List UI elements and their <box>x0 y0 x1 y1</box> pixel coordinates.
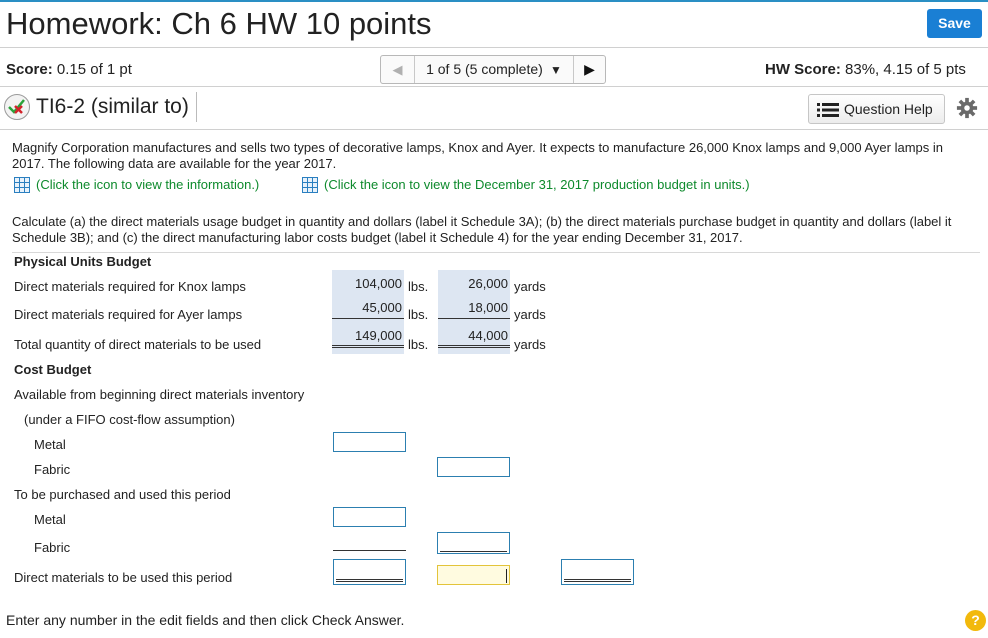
beginning-fabric-input[interactable] <box>437 457 510 477</box>
metal-unit: lbs. <box>408 337 429 352</box>
score-value: 0.15 of 1 pt <box>56 61 132 78</box>
production-budget-link-text: (Click the icon to view the December 31,… <box>324 177 750 192</box>
total-double-underline <box>332 345 404 348</box>
total-double-underline <box>336 579 403 582</box>
question-name: TI6-2 (similar to) <box>36 95 189 118</box>
cost-row-label: To be purchased and used this period <box>14 487 231 502</box>
page-title: Homework: Ch 6 HW 10 points <box>6 6 432 41</box>
metal-unit: lbs. <box>408 279 429 294</box>
caret-down-icon: ▼ <box>546 63 562 77</box>
row-label: Direct materials required for Ayer lamps <box>14 307 243 322</box>
beginning-metal-input[interactable] <box>333 432 406 452</box>
subtotal-underline <box>438 318 510 319</box>
cost-row-label: Fabric <box>34 540 71 555</box>
fabric-total: 44,000 <box>468 328 508 343</box>
question-help-button[interactable]: Question Help <box>808 94 945 124</box>
subtotal-underline <box>333 550 406 551</box>
metal-value: 45,000 <box>362 300 402 315</box>
metal-total: 149,000 <box>355 328 402 343</box>
prev-question-button[interactable]: ◀ <box>381 56 415 83</box>
cost-row-label: Fabric <box>34 462 71 477</box>
question-navigator: ◀ 1 of 5 (5 complete) ▼ ▶ <box>380 55 606 84</box>
purchased-fabric-input[interactable] <box>437 532 510 554</box>
question-position: 1 of 5 (5 complete) <box>426 61 543 77</box>
partial-credit-icon <box>4 94 30 120</box>
hw-score-value: 83%, 4.15 of 5 pts <box>845 61 966 78</box>
table-icon <box>14 177 30 193</box>
cost-row-label: Metal <box>34 512 66 527</box>
score-label: Score: <box>6 61 53 78</box>
fabric-unit: yards <box>514 307 546 322</box>
task-text: Calculate (a) the direct materials usage… <box>12 214 952 245</box>
cost-row-label: Direct materials to be used this period <box>14 570 233 585</box>
fabric-total-input-active[interactable] <box>437 565 510 585</box>
subtotal-underline <box>440 551 507 552</box>
fabric-value: 26,000 <box>468 276 508 291</box>
subtotal-underline <box>332 318 404 319</box>
top-accent-line <box>0 0 988 2</box>
save-button[interactable]: Save <box>927 9 982 38</box>
table-top-border <box>12 252 980 253</box>
score-display: Score: 0.15 of 1 pt <box>6 61 132 78</box>
hw-score-display: HW Score: 83%, 4.15 of 5 pts <box>765 61 966 78</box>
fabric-value: 18,000 <box>468 300 508 315</box>
cost-budget-header: Cost Budget <box>14 362 92 377</box>
divider <box>196 92 197 122</box>
hw-score-label: HW Score: <box>765 61 841 78</box>
divider <box>0 47 988 48</box>
metal-unit: lbs. <box>408 307 429 322</box>
purchased-metal-input[interactable] <box>333 507 406 527</box>
fabric-unit: yards <box>514 279 546 294</box>
footer-instruction: Enter any number in the edit fields and … <box>6 612 405 628</box>
physical-units-header: Physical Units Budget <box>14 254 152 269</box>
question-select-dropdown[interactable]: 1 of 5 (5 complete) ▼ <box>415 56 574 83</box>
help-icon[interactable]: ? <box>965 610 986 631</box>
row-label: Total quantity of direct materials to be… <box>14 337 262 352</box>
total-double-underline <box>564 579 631 582</box>
metal-value: 104,000 <box>355 276 402 291</box>
table-icon <box>302 177 318 193</box>
grand-total-input[interactable] <box>561 559 634 585</box>
divider <box>0 129 988 130</box>
next-question-button[interactable]: ▶ <box>574 56 605 83</box>
text-cursor <box>506 569 507 583</box>
fabric-unit: yards <box>514 337 546 352</box>
divider <box>0 86 988 87</box>
info-link-text: (Click the icon to view the information.… <box>36 177 260 192</box>
cost-row-label: Available from beginning direct material… <box>14 387 305 402</box>
total-double-underline <box>438 345 510 348</box>
cost-row-label: Metal <box>34 437 66 452</box>
problem-intro: Magnify Corporation manufactures and sel… <box>12 140 943 171</box>
cost-row-label: (under a FIFO cost-flow assumption) <box>24 412 235 427</box>
list-icon <box>817 103 839 117</box>
row-label: Direct materials required for Knox lamps <box>14 279 246 294</box>
question-help-label: Question Help <box>844 101 933 117</box>
gear-icon[interactable] <box>956 97 978 119</box>
metal-total-input[interactable] <box>333 559 406 585</box>
